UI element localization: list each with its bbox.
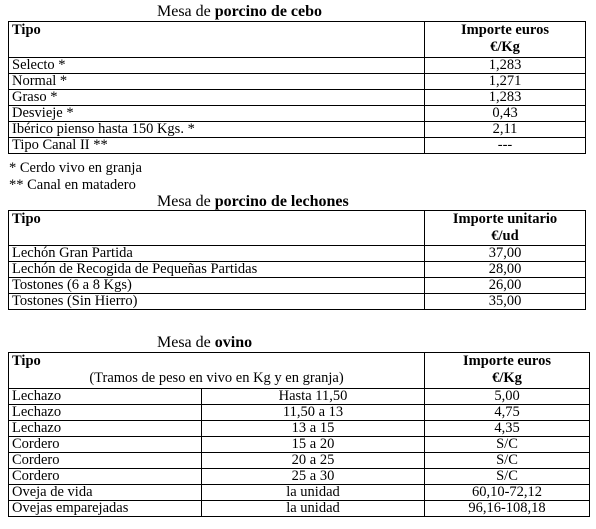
row-tipo: Cordero <box>8 452 202 469</box>
table-row: Lechazo Hasta 11,50 5,00 <box>8 388 590 405</box>
ovino-header-tipo-sub: (Tramos de peso en vivo en Kg y en granj… <box>89 370 344 386</box>
table-row: Desvieje * 0,43 <box>8 105 586 122</box>
ovino-header-importe-line1: Importe euros <box>463 353 551 369</box>
row-tipo: Lechazo <box>8 420 202 437</box>
row-importe: 28,00 <box>424 261 586 278</box>
cebo-header-importe-line2: €/Kg <box>490 39 520 55</box>
row-tipo: Selecto * <box>8 57 425 74</box>
row-importe: 1,283 <box>424 57 586 74</box>
row-tipo: Tipo Canal II ** <box>8 137 425 154</box>
ovino-title-prefix: Mesa de <box>157 334 215 351</box>
row-tipo: Graso * <box>8 89 425 106</box>
row-tipo: Lechón de Recogida de Pequeñas Partidas <box>8 261 425 278</box>
row-importe: 0,43 <box>424 105 586 122</box>
row-tramo: 25 a 30 <box>201 468 425 485</box>
ovino-header-importe-line2: €/Kg <box>492 370 522 386</box>
cebo-title-prefix: Mesa de <box>157 3 215 20</box>
row-tramo: 11,50 a 13 <box>201 404 425 421</box>
table-row: Normal * 1,271 <box>8 73 586 90</box>
row-tramo: Hasta 11,50 <box>201 388 425 405</box>
row-tipo: Desvieje * <box>8 105 425 122</box>
cebo-note-1: * Cerdo vivo en granja <box>9 160 142 176</box>
table-row: Lechón Gran Partida 37,00 <box>8 245 586 262</box>
ovino-header-row: Tipo (Tramos de peso en vivo en Kg y en … <box>8 352 590 389</box>
row-importe: S/C <box>424 452 590 469</box>
table-row: Cordero 25 a 30 S/C <box>8 468 590 485</box>
row-importe: 1,271 <box>424 73 586 90</box>
row-importe: 4,75 <box>424 404 590 421</box>
row-tipo: Lechazo <box>8 388 202 405</box>
cebo-note-2: ** Canal en matadero <box>9 177 136 193</box>
cebo-title: Mesa de porcino de cebo <box>157 3 322 21</box>
row-tramo: 15 a 20 <box>201 436 425 453</box>
ovino-table: Tipo (Tramos de peso en vivo en Kg y en … <box>8 352 590 517</box>
cebo-header-row: Tipo Importe euros €/Kg <box>8 21 586 58</box>
ovino-title-bold: ovino <box>214 334 253 351</box>
table-row: Lechón de Recogida de Pequeñas Partidas 2… <box>8 261 586 278</box>
ovino-title: Mesa de ovino <box>157 334 252 352</box>
row-importe: 5,00 <box>424 388 590 405</box>
row-tipo: Normal * <box>8 73 425 90</box>
row-tipo: Ovejas emparejadas <box>8 500 202 517</box>
table-row: Ovejas emparejadas la unidad 96,16-108,18 <box>8 500 590 517</box>
table-row: Ibérico pienso hasta 150 Kgs. * 2,11 <box>8 121 586 138</box>
row-tipo: Oveja de vida <box>8 484 202 501</box>
row-importe: S/C <box>424 468 590 485</box>
lechones-header-importe-line1: Importe unitario <box>452 211 558 227</box>
cebo-table: Tipo Importe euros €/Kg Selecto * 1,283 N… <box>8 21 586 154</box>
ovino-header-tipo: Tipo (Tramos de peso en vivo en Kg y en … <box>8 352 425 389</box>
cebo-title-bold: porcino de cebo <box>214 3 323 20</box>
row-tipo: Cordero <box>8 436 202 453</box>
ovino-header-importe: Importe euros €/Kg <box>424 352 590 389</box>
cebo-header-tipo: Tipo <box>8 21 425 58</box>
cebo-header-importe: Importe euros €/Kg <box>424 21 586 58</box>
row-tramo: la unidad <box>201 484 425 501</box>
lechones-title: Mesa de porcino de lechones <box>157 193 349 211</box>
table-row: Lechazo 13 a 15 4,35 <box>8 420 590 437</box>
row-tramo: 13 a 15 <box>201 420 425 437</box>
row-importe: --- <box>424 137 586 154</box>
ovino-header-tipo-label: Tipo <box>12 353 41 369</box>
lechones-title-prefix: Mesa de <box>157 193 215 210</box>
row-importe: 1,283 <box>424 89 586 106</box>
row-importe: 37,00 <box>424 245 586 262</box>
lechones-header-importe: Importe unitario €/ud <box>424 210 586 246</box>
table-row: Lechazo 11,50 a 13 4,75 <box>8 404 590 421</box>
row-importe: 2,11 <box>424 121 586 138</box>
row-tipo: Lechón Gran Partida <box>8 245 425 262</box>
row-tipo: Ibérico pienso hasta 150 Kgs. * <box>8 121 425 138</box>
row-importe: 60,10-72,12 <box>424 484 590 501</box>
table-row: Cordero 15 a 20 S/C <box>8 436 590 453</box>
table-row: Tipo Canal II ** --- <box>8 137 586 154</box>
lechones-header-tipo: Tipo <box>8 210 425 246</box>
cebo-header-importe-line1: Importe euros <box>461 22 549 38</box>
table-row: Oveja de vida la unidad 60,10-72,12 <box>8 484 590 501</box>
row-importe: 35,00 <box>424 293 586 310</box>
lechones-table: Tipo Importe unitario €/ud Lechón Gran P… <box>8 210 586 310</box>
row-tipo: Cordero <box>8 468 202 485</box>
row-tramo: la unidad <box>201 500 425 517</box>
row-tipo: Tostones (Sin Hierro) <box>8 293 425 310</box>
row-importe: 96,16-108,18 <box>424 500 590 517</box>
row-importe: 4,35 <box>424 420 590 437</box>
row-tipo: Tostones (6 a 8 Kgs) <box>8 277 425 294</box>
table-row: Tostones (6 a 8 Kgs) 26,00 <box>8 277 586 294</box>
row-tipo: Lechazo <box>8 404 202 421</box>
table-row: Cordero 20 a 25 S/C <box>8 452 590 469</box>
row-tramo: 20 a 25 <box>201 452 425 469</box>
row-importe: 26,00 <box>424 277 586 294</box>
lechones-title-bold: porcino de lechones <box>214 193 349 210</box>
lechones-header-importe-line2: €/ud <box>491 228 519 244</box>
table-row: Selecto * 1,283 <box>8 57 586 74</box>
table-row: Tostones (Sin Hierro) 35,00 <box>8 293 586 310</box>
table-row: Graso * 1,283 <box>8 89 586 106</box>
lechones-header-row: Tipo Importe unitario €/ud <box>8 210 586 246</box>
row-importe: S/C <box>424 436 590 453</box>
